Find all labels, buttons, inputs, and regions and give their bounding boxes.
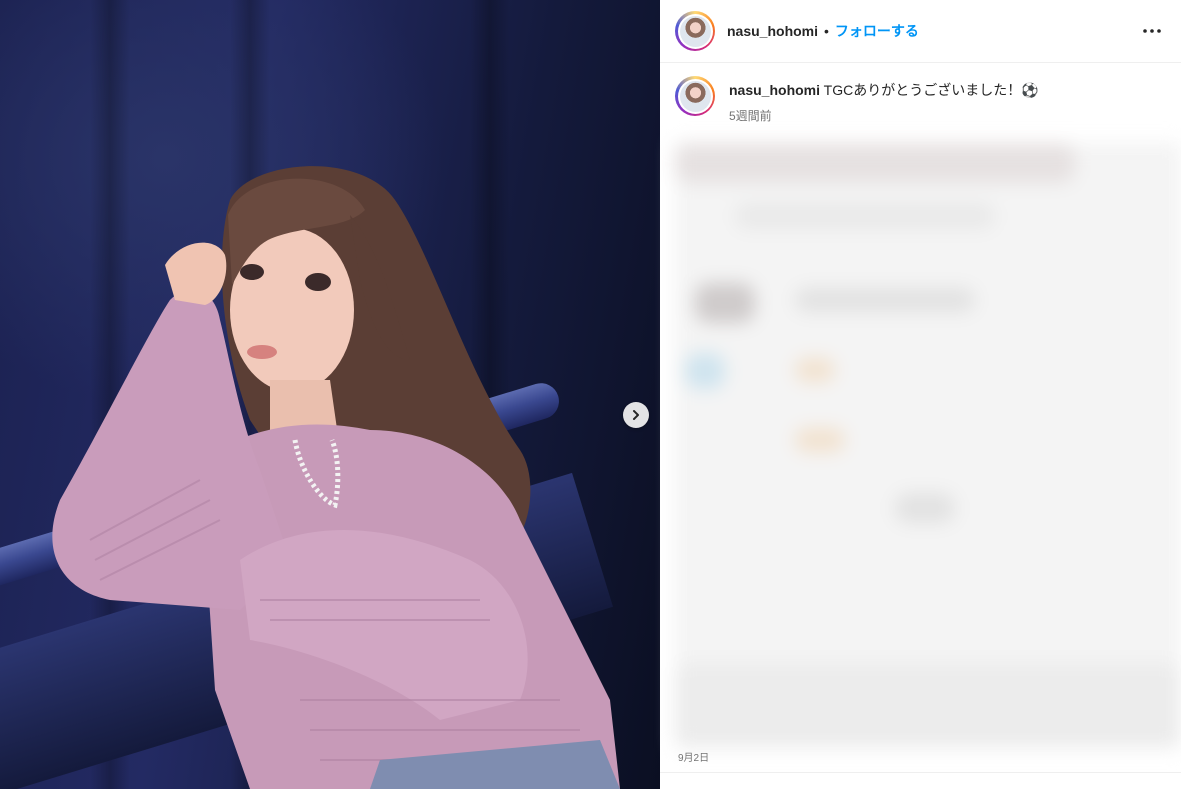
caption-emoji: ⚽ (1021, 82, 1039, 98)
caption-text: TGCありがとうございました！ (823, 82, 1022, 98)
caption: nasu_hohomi TGCありがとうございました！⚽ 5週間前 (729, 76, 1039, 125)
post-side-panel: nasu_hohomi • フォローする nasu_hohomi TGCありがと… (660, 0, 1181, 789)
comments-blurred (675, 143, 1181, 748)
next-image-button[interactable] (623, 402, 649, 428)
time-ago: 5週間前 (729, 109, 772, 123)
more-horizontal-icon (1143, 29, 1161, 33)
caption-avatar[interactable] (675, 76, 715, 116)
post-media (0, 0, 660, 789)
caption-username[interactable]: nasu_hohomi (729, 82, 820, 98)
more-options-button[interactable] (1141, 20, 1163, 42)
caption-row: nasu_hohomi TGCありがとうございました！⚽ 5週間前 (675, 76, 1165, 125)
avatar[interactable] (675, 11, 715, 51)
divider (660, 772, 1181, 773)
post-date: 9月2日 (678, 753, 710, 764)
chevron-right-icon (633, 410, 639, 420)
separator-dot: • (824, 23, 829, 39)
photo-person (52, 166, 620, 789)
post-header: nasu_hohomi • フォローする (660, 0, 1181, 63)
follow-button[interactable]: フォローする (835, 21, 919, 41)
username-link[interactable]: nasu_hohomi (727, 23, 818, 39)
